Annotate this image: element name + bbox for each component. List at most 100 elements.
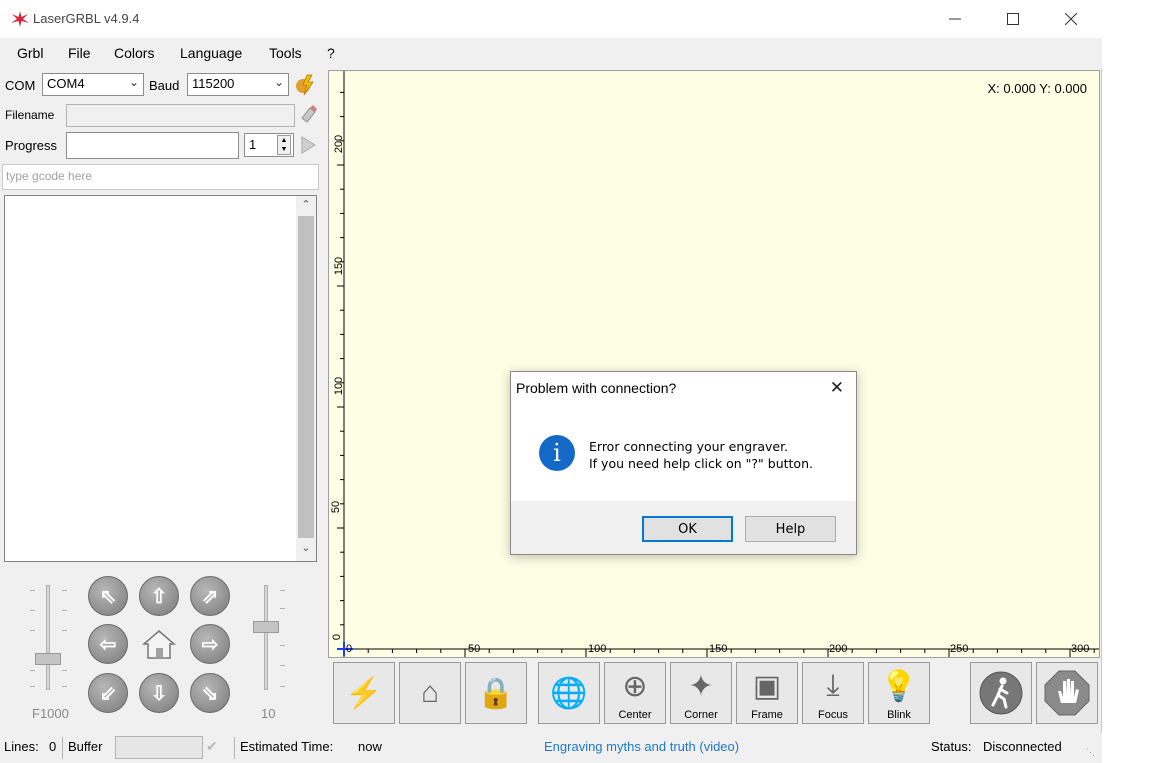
y-tick-label: 100 <box>333 376 346 396</box>
dialog-message-line1: Error connecting your engraver. <box>589 439 789 454</box>
jog-home-button[interactable] <box>139 624 179 664</box>
jog-up-left-button[interactable]: ⇖ <box>88 576 128 616</box>
menu-tools[interactable]: Tools <box>269 45 302 61</box>
gcode-placeholder: type gcode here <box>6 169 93 183</box>
tick <box>280 590 285 591</box>
lightning-icon: ⚡ <box>345 676 383 710</box>
walk-button[interactable] <box>970 662 1032 724</box>
com-port-select[interactable]: COM4 ⌄ <box>42 73 144 96</box>
tick <box>62 686 67 687</box>
tick <box>30 630 35 631</box>
minimize-button[interactable] <box>926 0 984 38</box>
baud-rate-select[interactable]: 115200 ⌄ <box>187 73 289 96</box>
stop-button[interactable] <box>1036 662 1098 724</box>
window-title: LaserGRBL v4.9.4 <box>33 11 140 26</box>
x-tick-label: 0 <box>346 643 353 655</box>
copies-stepper[interactable]: 1 ▲ ▼ <box>244 133 294 157</box>
scroll-up-icon[interactable]: ⌃ <box>296 198 316 216</box>
blink-button[interactable]: 💡 Blink <box>868 662 930 724</box>
step-slider-thumb[interactable] <box>253 621 279 633</box>
globe-button[interactable]: 🌐 <box>538 662 600 724</box>
step-label: 10 <box>261 706 276 721</box>
laser-logo-icon <box>11 11 29 27</box>
menu-bar: Grbl File Colors Language Tools ? <box>0 38 1102 68</box>
menu-grbl[interactable]: Grbl <box>17 45 43 61</box>
buffer-bar <box>115 736 203 759</box>
arrow-up-left-icon: ⇖ <box>99 585 117 608</box>
arrow-down-left-icon: ⇙ <box>99 682 117 705</box>
focus-label: Focus <box>818 709 848 721</box>
status-label: Status: <box>931 739 972 754</box>
corner-button[interactable]: ✦ Corner <box>670 662 732 724</box>
jog-up-right-button[interactable]: ⇗ <box>190 576 230 616</box>
dialog-close-icon[interactable]: ✕ <box>830 378 844 398</box>
maximize-button[interactable] <box>984 0 1042 38</box>
crosshair-icon: ⊕ <box>622 669 648 703</box>
copies-value: 1 <box>249 137 257 152</box>
buffer-icon: ✔ <box>206 738 218 754</box>
tick <box>62 630 67 631</box>
frame-button[interactable]: ▣ Frame <box>736 662 798 724</box>
center-button[interactable]: ⊕ Center <box>604 662 666 724</box>
engrave-button[interactable]: ⚡ <box>333 662 395 724</box>
y-tick-label: 50 <box>330 500 343 514</box>
resize-grip-icon[interactable]: ⋱ <box>1086 747 1095 758</box>
open-file-icon[interactable] <box>298 104 318 124</box>
menu-help[interactable]: ? <box>327 45 335 61</box>
preview-canvas[interactable]: X: 0.000 Y: 0.000 200 150 100 50 0 0 50 … <box>328 70 1100 658</box>
x-tick-label: 250 <box>950 643 969 655</box>
tick <box>62 610 67 611</box>
lines-value: 0 <box>49 739 57 754</box>
jog-right-button[interactable]: ⇨ <box>190 624 230 664</box>
tick <box>280 608 285 609</box>
jog-up-button[interactable]: ⇧ <box>139 576 179 616</box>
close-button[interactable] <box>1042 0 1100 38</box>
tick <box>30 590 35 591</box>
connect-icon[interactable] <box>293 73 317 97</box>
ok-button[interactable]: OK <box>642 516 733 542</box>
tick <box>280 665 285 666</box>
frame-icon: ▣ <box>752 669 782 703</box>
run-icon[interactable] <box>300 136 316 154</box>
console-scrollbar[interactable]: ⌃ ⌄ <box>296 196 316 561</box>
unlock-button[interactable]: 🔒 <box>465 662 527 724</box>
stepper-arrows-icon[interactable]: ▲ ▼ <box>277 135 291 155</box>
x-tick-label: 150 <box>709 643 728 655</box>
tick <box>280 645 285 646</box>
jog-down-left-button[interactable]: ⇙ <box>88 673 128 713</box>
help-button[interactable]: Help <box>745 516 836 542</box>
progress-bar <box>66 132 239 159</box>
frame-label: Frame <box>751 709 783 721</box>
jog-down-right-button[interactable]: ⇘ <box>190 673 230 713</box>
focus-button[interactable]: ⤓ Focus <box>802 662 864 724</box>
divider <box>62 737 63 759</box>
x-tick-label: 50 <box>468 643 481 655</box>
corner-star-icon: ✦ <box>688 669 714 703</box>
scroll-thumb[interactable] <box>298 216 314 538</box>
status-value: Disconnected <box>983 739 1062 754</box>
info-icon: i <box>539 435 575 471</box>
gcode-input[interactable]: type gcode here <box>2 164 319 190</box>
dialog-message-line2: If you need help click on "?" button. <box>589 456 813 471</box>
speed-slider-thumb[interactable] <box>35 653 61 665</box>
chevron-down-icon: ⌄ <box>128 75 139 89</box>
filename-label: Filename <box>5 108 55 122</box>
status-bar: Lines: 0 Buffer ✔ Estimated Time: now En… <box>0 733 1102 763</box>
stop-icon-wrap <box>1043 663 1091 723</box>
menu-file[interactable]: File <box>68 45 91 61</box>
canvas-rulers <box>337 71 1099 657</box>
x-tick-label: 100 <box>588 643 607 655</box>
padlock-icon: 🔒 <box>477 676 515 710</box>
jog-down-button[interactable]: ⇩ <box>139 673 179 713</box>
scroll-down-icon[interactable]: ⌄ <box>296 541 316 559</box>
video-link[interactable]: Engraving myths and truth (video) <box>544 739 739 754</box>
go-home-button[interactable]: ⌂ <box>399 662 461 724</box>
console-log[interactable]: ⌃ ⌄ <box>4 195 317 562</box>
lightbulb-icon: 💡 <box>880 669 918 703</box>
menu-colors[interactable]: Colors <box>114 45 154 61</box>
menu-language[interactable]: Language <box>180 45 242 61</box>
jog-left-button[interactable]: ⇦ <box>88 624 128 664</box>
filename-field <box>66 104 295 127</box>
arrow-down-icon: ⇩ <box>150 682 168 705</box>
chevron-down-icon: ⌄ <box>273 75 284 89</box>
